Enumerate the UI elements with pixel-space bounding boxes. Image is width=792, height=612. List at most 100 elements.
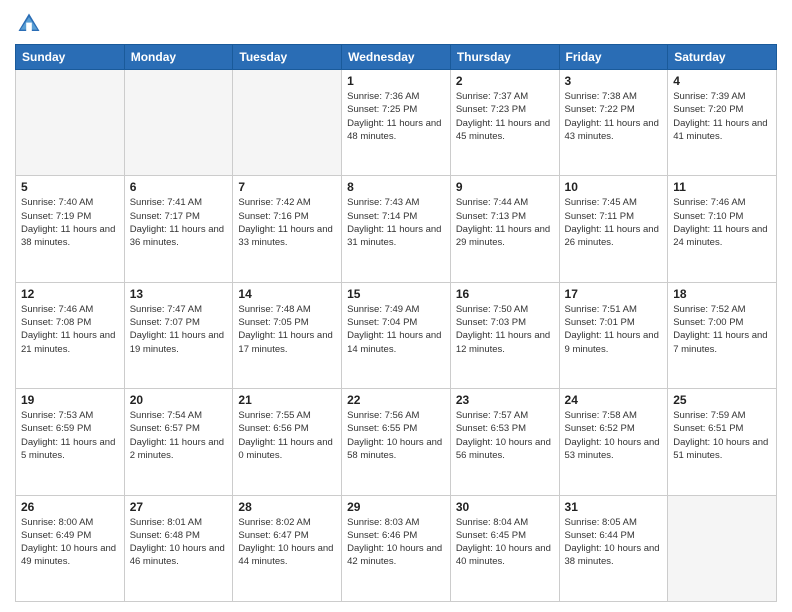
day-number: 18 — [673, 287, 771, 301]
calendar-cell — [233, 70, 342, 176]
calendar-cell: 12 Sunrise: 7:46 AM Sunset: 7:08 PM Dayli… — [16, 282, 125, 388]
calendar-cell: 15 Sunrise: 7:49 AM Sunset: 7:04 PM Dayli… — [342, 282, 451, 388]
day-number: 21 — [238, 393, 336, 407]
weekday-header-saturday: Saturday — [668, 45, 777, 70]
day-info: Sunrise: 7:41 AM Sunset: 7:17 PM Dayligh… — [130, 196, 228, 249]
day-info: Sunrise: 7:56 AM Sunset: 6:55 PM Dayligh… — [347, 409, 445, 462]
calendar-cell: 27 Sunrise: 8:01 AM Sunset: 6:48 PM Dayli… — [124, 495, 233, 601]
day-info: Sunrise: 7:58 AM Sunset: 6:52 PM Dayligh… — [565, 409, 663, 462]
day-info: Sunrise: 8:05 AM Sunset: 6:44 PM Dayligh… — [565, 516, 663, 569]
calendar-cell: 14 Sunrise: 7:48 AM Sunset: 7:05 PM Dayli… — [233, 282, 342, 388]
day-number: 20 — [130, 393, 228, 407]
calendar-week-row: 5 Sunrise: 7:40 AM Sunset: 7:19 PM Daylig… — [16, 176, 777, 282]
day-info: Sunrise: 7:53 AM Sunset: 6:59 PM Dayligh… — [21, 409, 119, 462]
calendar-cell: 16Sunrise: 7:50 AM Sunset: 7:03 PM Dayli… — [450, 282, 559, 388]
weekday-header-thursday: Thursday — [450, 45, 559, 70]
day-info: Sunrise: 7:46 AM Sunset: 7:08 PM Dayligh… — [21, 303, 119, 356]
day-number: 22 — [347, 393, 445, 407]
weekday-header-wednesday: Wednesday — [342, 45, 451, 70]
calendar-cell — [124, 70, 233, 176]
day-info: Sunrise: 7:54 AM Sunset: 6:57 PM Dayligh… — [130, 409, 228, 462]
day-info: Sunrise: 7:37 AM Sunset: 7:23 PM Dayligh… — [456, 90, 554, 143]
day-info: Sunrise: 7:45 AM Sunset: 7:11 PM Dayligh… — [565, 196, 663, 249]
calendar-cell: 22 Sunrise: 7:56 AM Sunset: 6:55 PM Dayli… — [342, 389, 451, 495]
weekday-header-friday: Friday — [559, 45, 668, 70]
calendar-cell: 11 Sunrise: 7:46 AM Sunset: 7:10 PM Dayli… — [668, 176, 777, 282]
day-number: 11 — [673, 180, 771, 194]
calendar-cell: 7Sunrise: 7:42 AM Sunset: 7:16 PM Daylig… — [233, 176, 342, 282]
calendar-cell: 4 Sunrise: 7:39 AM Sunset: 7:20 PM Daylig… — [668, 70, 777, 176]
day-info: Sunrise: 8:04 AM Sunset: 6:45 PM Dayligh… — [456, 516, 554, 569]
day-info: Sunrise: 8:01 AM Sunset: 6:48 PM Dayligh… — [130, 516, 228, 569]
calendar-cell: 21 Sunrise: 7:55 AM Sunset: 6:56 PM Dayli… — [233, 389, 342, 495]
day-info: Sunrise: 8:02 AM Sunset: 6:47 PM Dayligh… — [238, 516, 336, 569]
day-number: 23 — [456, 393, 554, 407]
day-info: Sunrise: 7:49 AM Sunset: 7:04 PM Dayligh… — [347, 303, 445, 356]
day-info: Sunrise: 7:40 AM Sunset: 7:19 PM Dayligh… — [21, 196, 119, 249]
day-info: Sunrise: 7:36 AM Sunset: 7:25 PM Dayligh… — [347, 90, 445, 143]
calendar-cell: 9 Sunrise: 7:44 AM Sunset: 7:13 PM Daylig… — [450, 176, 559, 282]
calendar-cell: 28 Sunrise: 8:02 AM Sunset: 6:47 PM Dayli… — [233, 495, 342, 601]
day-number: 9 — [456, 180, 554, 194]
day-info: Sunrise: 8:03 AM Sunset: 6:46 PM Dayligh… — [347, 516, 445, 569]
day-info: Sunrise: 8:00 AM Sunset: 6:49 PM Dayligh… — [21, 516, 119, 569]
day-info: Sunrise: 7:59 AM Sunset: 6:51 PM Dayligh… — [673, 409, 771, 462]
calendar-cell — [668, 495, 777, 601]
day-info: Sunrise: 7:46 AM Sunset: 7:10 PM Dayligh… — [673, 196, 771, 249]
header — [15, 10, 777, 38]
weekday-header-monday: Monday — [124, 45, 233, 70]
calendar-cell: 13Sunrise: 7:47 AM Sunset: 7:07 PM Dayli… — [124, 282, 233, 388]
day-info: Sunrise: 7:50 AM Sunset: 7:03 PM Dayligh… — [456, 303, 554, 356]
day-info: Sunrise: 7:55 AM Sunset: 6:56 PM Dayligh… — [238, 409, 336, 462]
calendar-cell — [16, 70, 125, 176]
calendar-cell: 8 Sunrise: 7:43 AM Sunset: 7:14 PM Daylig… — [342, 176, 451, 282]
day-number: 6 — [130, 180, 228, 194]
day-number: 24 — [565, 393, 663, 407]
calendar-cell: 17Sunrise: 7:51 AM Sunset: 7:01 PM Dayli… — [559, 282, 668, 388]
calendar-week-row: 26 Sunrise: 8:00 AM Sunset: 6:49 PM Dayli… — [16, 495, 777, 601]
day-number: 27 — [130, 500, 228, 514]
logo-icon — [15, 10, 43, 38]
calendar-cell: 1 Sunrise: 7:36 AM Sunset: 7:25 PM Daylig… — [342, 70, 451, 176]
day-number: 5 — [21, 180, 119, 194]
calendar-cell: 24 Sunrise: 7:58 AM Sunset: 6:52 PM Dayli… — [559, 389, 668, 495]
day-number: 10 — [565, 180, 663, 194]
day-number: 12 — [21, 287, 119, 301]
calendar-cell: 30 Sunrise: 8:04 AM Sunset: 6:45 PM Dayli… — [450, 495, 559, 601]
day-number: 4 — [673, 74, 771, 88]
calendar-cell: 23Sunrise: 7:57 AM Sunset: 6:53 PM Dayli… — [450, 389, 559, 495]
day-info: Sunrise: 7:52 AM Sunset: 7:00 PM Dayligh… — [673, 303, 771, 356]
day-number: 29 — [347, 500, 445, 514]
calendar-cell: 3 Sunrise: 7:38 AM Sunset: 7:22 PM Daylig… — [559, 70, 668, 176]
day-number: 3 — [565, 74, 663, 88]
day-info: Sunrise: 7:39 AM Sunset: 7:20 PM Dayligh… — [673, 90, 771, 143]
day-number: 17 — [565, 287, 663, 301]
day-number: 14 — [238, 287, 336, 301]
day-number: 13 — [130, 287, 228, 301]
weekday-header-sunday: Sunday — [16, 45, 125, 70]
calendar-cell: 20 Sunrise: 7:54 AM Sunset: 6:57 PM Dayli… — [124, 389, 233, 495]
weekday-header-row: SundayMondayTuesdayWednesdayThursdayFrid… — [16, 45, 777, 70]
day-number: 15 — [347, 287, 445, 301]
day-number: 26 — [21, 500, 119, 514]
calendar-cell: 19 Sunrise: 7:53 AM Sunset: 6:59 PM Dayli… — [16, 389, 125, 495]
day-info: Sunrise: 7:44 AM Sunset: 7:13 PM Dayligh… — [456, 196, 554, 249]
calendar-cell: 25Sunrise: 7:59 AM Sunset: 6:51 PM Dayli… — [668, 389, 777, 495]
day-number: 7 — [238, 180, 336, 194]
day-info: Sunrise: 7:38 AM Sunset: 7:22 PM Dayligh… — [565, 90, 663, 143]
calendar-cell: 10 Sunrise: 7:45 AM Sunset: 7:11 PM Dayli… — [559, 176, 668, 282]
day-info: Sunrise: 7:43 AM Sunset: 7:14 PM Dayligh… — [347, 196, 445, 249]
calendar-cell: 5 Sunrise: 7:40 AM Sunset: 7:19 PM Daylig… — [16, 176, 125, 282]
calendar-cell: 29 Sunrise: 8:03 AM Sunset: 6:46 PM Dayli… — [342, 495, 451, 601]
calendar-cell: 26 Sunrise: 8:00 AM Sunset: 6:49 PM Dayli… — [16, 495, 125, 601]
day-number: 28 — [238, 500, 336, 514]
day-number: 30 — [456, 500, 554, 514]
day-info: Sunrise: 7:48 AM Sunset: 7:05 PM Dayligh… — [238, 303, 336, 356]
day-number: 8 — [347, 180, 445, 194]
day-number: 2 — [456, 74, 554, 88]
day-number: 1 — [347, 74, 445, 88]
day-number: 19 — [21, 393, 119, 407]
calendar-week-row: 1 Sunrise: 7:36 AM Sunset: 7:25 PM Daylig… — [16, 70, 777, 176]
calendar-week-row: 12 Sunrise: 7:46 AM Sunset: 7:08 PM Dayli… — [16, 282, 777, 388]
calendar: SundayMondayTuesdayWednesdayThursdayFrid… — [15, 44, 777, 602]
